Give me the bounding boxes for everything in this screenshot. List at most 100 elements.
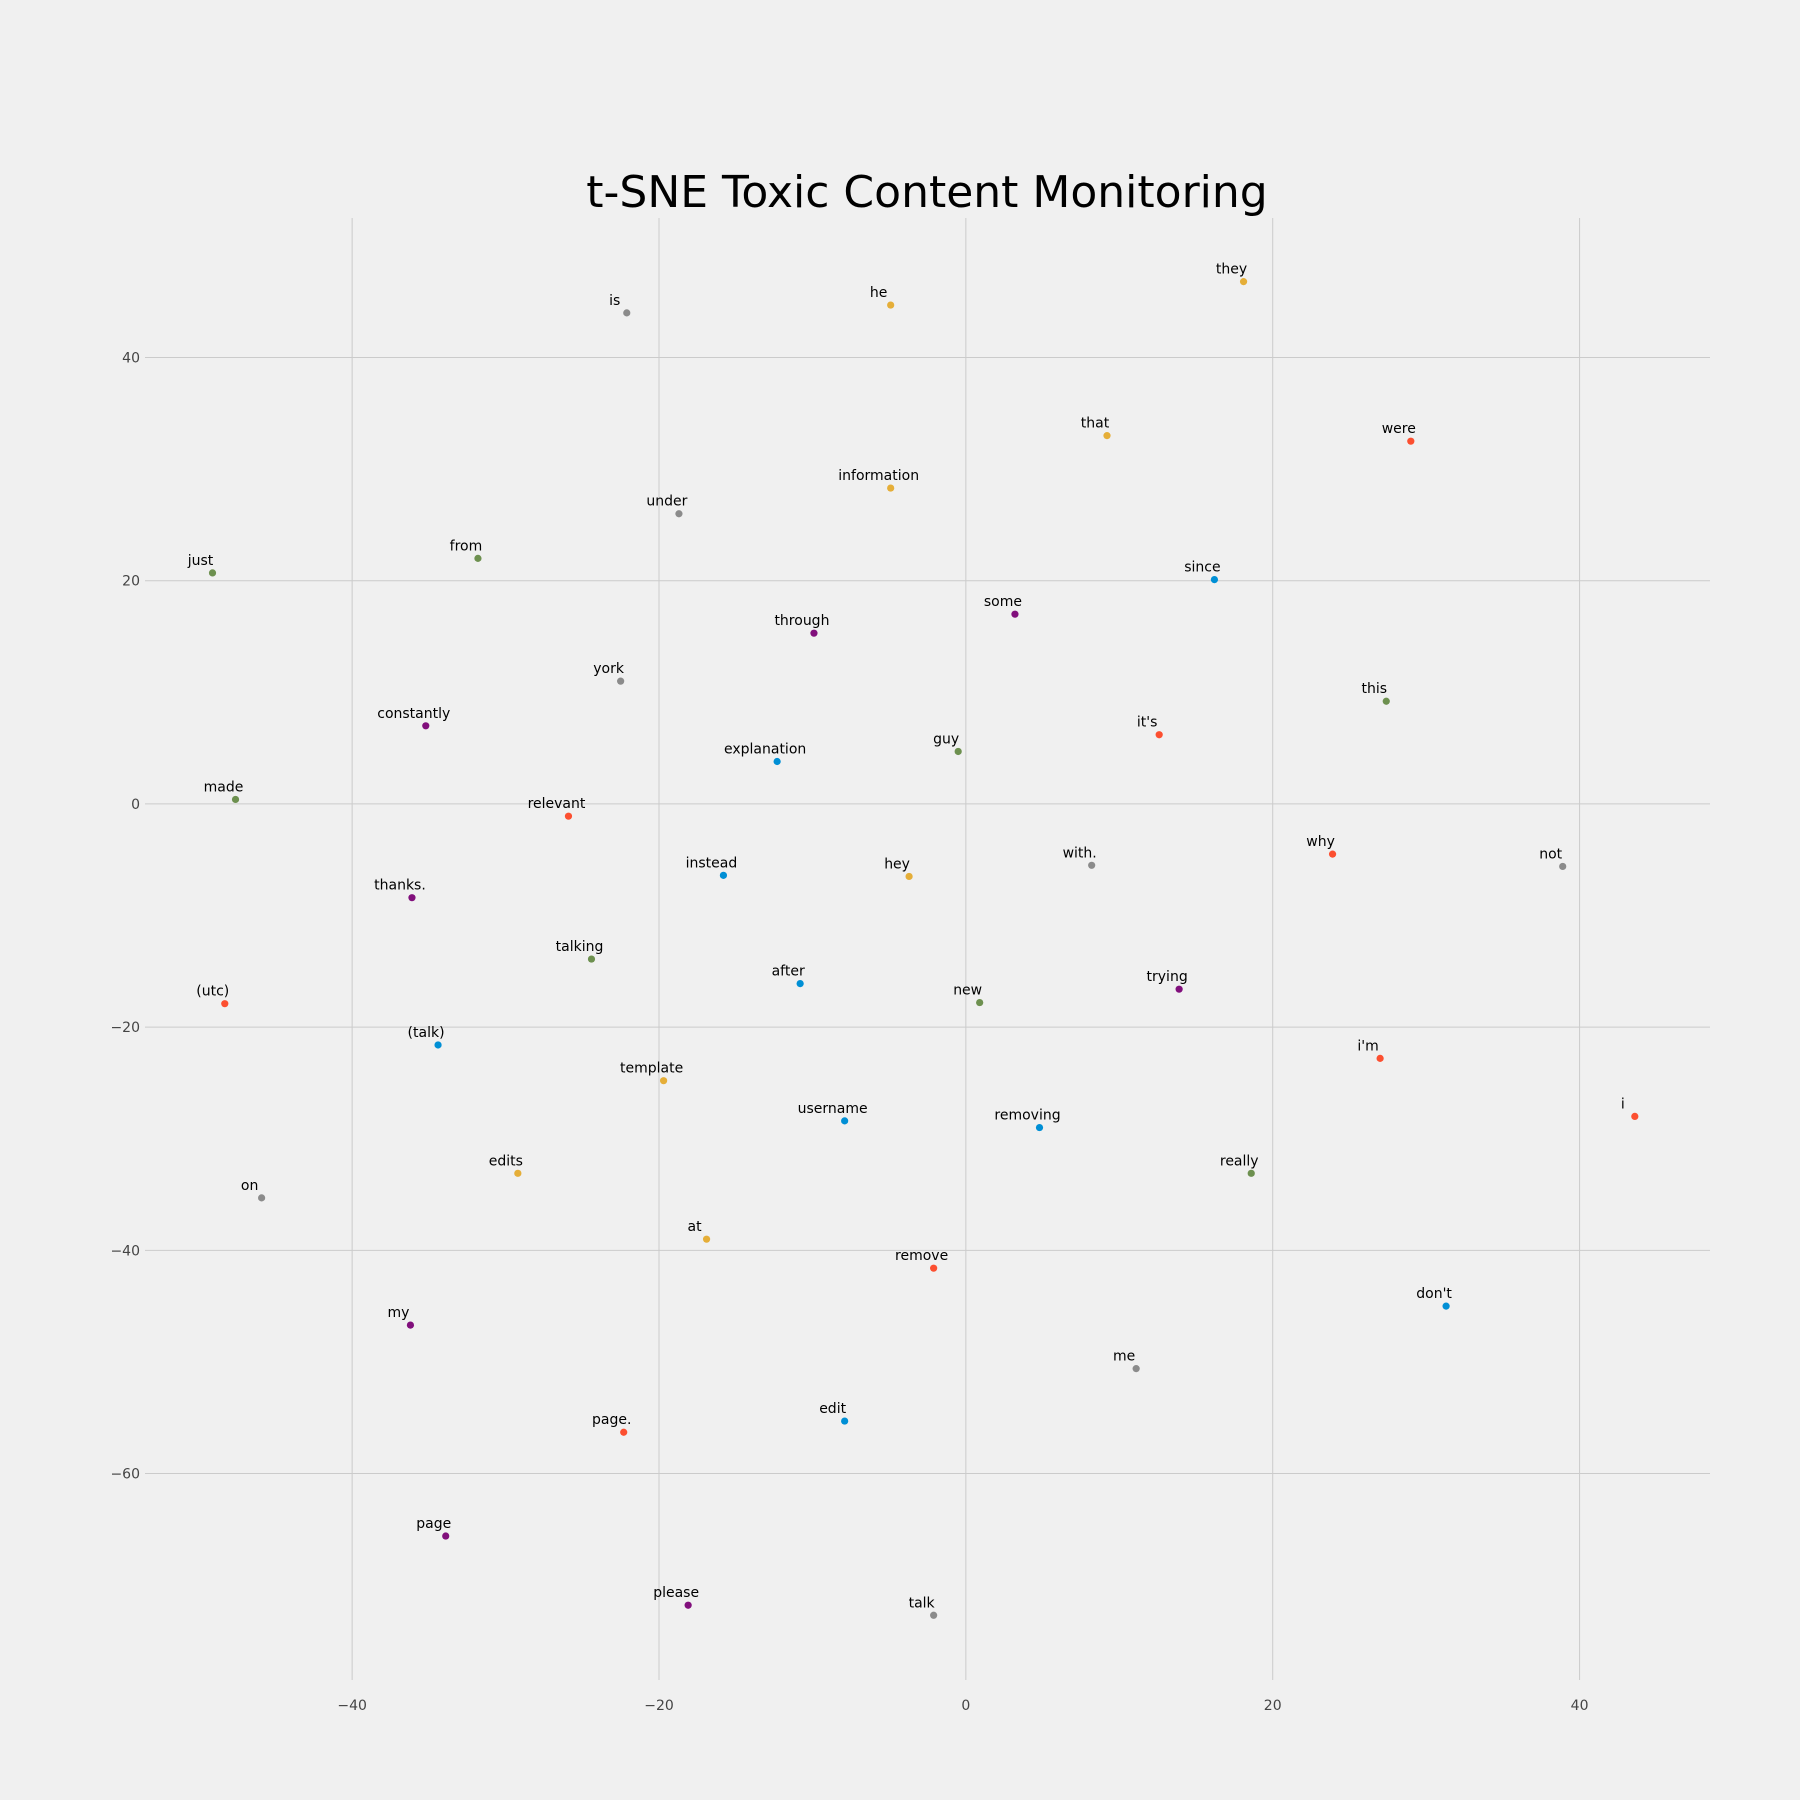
point-label: were	[1382, 421, 1416, 437]
point-label: constantly	[377, 706, 450, 722]
point-label: through	[774, 613, 829, 629]
point-label: i'm	[1357, 1038, 1378, 1054]
scatter-point	[930, 1611, 938, 1619]
point-label: trying	[1147, 969, 1188, 985]
scatter-point	[1247, 1169, 1255, 1177]
point-label: talking	[556, 939, 604, 955]
tsne-chart: t-SNE Toxic Content Monitoring −40 −20 0 20…	[0, 0, 1800, 1800]
scatter-point	[221, 1000, 229, 1008]
point-label: some	[984, 594, 1022, 610]
x-tick-label: 20	[1264, 1698, 1282, 1714]
point-label: since	[1184, 560, 1220, 576]
point-label: template	[620, 1061, 683, 1077]
point-label: they	[1216, 262, 1247, 278]
point-label: thanks.	[374, 878, 426, 894]
scatter-point	[841, 1117, 849, 1125]
point-label: hey	[884, 856, 910, 872]
point-label: (utc)	[196, 984, 229, 1000]
scatter-point	[1088, 861, 1096, 869]
point-label: edits	[489, 1153, 523, 1169]
scatter-point	[231, 795, 240, 804]
point-label: relevant	[528, 796, 586, 812]
scatter-point	[1239, 278, 1248, 286]
scatter-point	[620, 1428, 628, 1436]
point-label: with.	[1063, 845, 1097, 861]
point-label: information	[838, 468, 919, 484]
point-label: page.	[592, 1412, 631, 1428]
point-label: guy	[933, 731, 959, 747]
scatter-point	[1407, 437, 1415, 445]
point-label: my	[387, 1305, 409, 1321]
chart-title: t-SNE Toxic Content Monitoring	[586, 167, 1267, 218]
scatter-point	[1035, 1123, 1044, 1132]
point-label: just	[187, 553, 214, 569]
scatter-point	[773, 757, 781, 766]
scatter-point	[406, 1321, 415, 1329]
scatter-point	[684, 1601, 692, 1609]
point-label: this	[1361, 681, 1387, 697]
point-label: talk	[909, 1595, 936, 1611]
point-label: york	[593, 661, 625, 677]
y-tick-label: 40	[122, 351, 140, 367]
scatter-point	[1210, 575, 1219, 584]
scatter-point	[442, 1532, 450, 1540]
scatter-point	[1382, 697, 1390, 705]
scatter-point	[1011, 610, 1019, 618]
point-label: instead	[686, 855, 738, 871]
scatter-point	[617, 677, 625, 685]
scatter-point	[1132, 1365, 1140, 1373]
scatter-point	[702, 1235, 711, 1243]
y-tick-label: 0	[131, 797, 140, 813]
point-label: at	[688, 1219, 703, 1235]
scatter-point	[422, 722, 430, 730]
point-label: made	[204, 779, 244, 795]
point-label: (talk)	[408, 1025, 445, 1041]
scatter-point	[930, 1264, 938, 1272]
scatter-point	[887, 484, 895, 492]
scatter-point	[587, 955, 596, 963]
point-label: under	[646, 494, 687, 510]
scatter-point	[1631, 1112, 1639, 1121]
scatter-point	[810, 629, 818, 637]
scatter-point	[474, 554, 482, 562]
scatter-point	[1175, 985, 1183, 993]
point-label: edit	[819, 1401, 846, 1417]
scatter-point	[258, 1194, 266, 1202]
point-label: please	[653, 1585, 699, 1601]
scatter-point	[1155, 731, 1163, 739]
point-label: not	[1539, 846, 1562, 862]
scatter-point	[1103, 432, 1111, 440]
scatter-point	[905, 872, 913, 881]
point-label: explanation	[724, 742, 806, 758]
x-tick-label: −20	[644, 1698, 674, 1714]
scatter-point	[976, 998, 984, 1007]
point-label: remove	[895, 1248, 948, 1264]
point-label: on	[241, 1178, 258, 1194]
point-label: from	[450, 538, 483, 554]
point-label: is	[609, 293, 620, 309]
scatter-point	[1559, 862, 1567, 871]
scatter-point	[887, 301, 895, 309]
scatter-point	[675, 510, 683, 518]
y-tick-label: −20	[110, 1020, 140, 1036]
scatter-point	[954, 747, 962, 756]
scatter-point	[1442, 1302, 1450, 1310]
scatter-point	[1328, 850, 1337, 858]
point-label: page	[416, 1516, 451, 1532]
point-label: removing	[994, 1108, 1060, 1124]
point-label: after	[772, 964, 805, 980]
y-tick-label: −40	[110, 1243, 140, 1259]
point-label: why	[1306, 834, 1335, 850]
scatter-point	[719, 871, 728, 879]
scatter-point	[623, 309, 631, 317]
point-label: he	[870, 285, 888, 301]
y-tick-label: 20	[122, 574, 140, 590]
x-tick-label: 40	[1571, 1698, 1589, 1714]
point-label: it's	[1137, 715, 1158, 731]
scatter-point	[841, 1417, 849, 1425]
point-label: don't	[1416, 1286, 1452, 1302]
scatter-point	[408, 894, 416, 902]
scatter-point	[796, 979, 804, 988]
x-tick-label: 0	[961, 1698, 970, 1714]
point-label: that	[1081, 416, 1110, 432]
